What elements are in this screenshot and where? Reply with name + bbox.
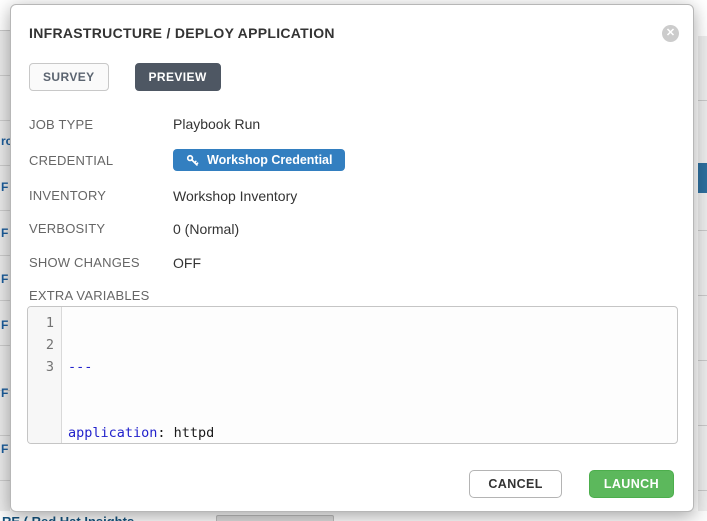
yaml-key: application [68,425,157,441]
field-row-credential: CREDENTIAL Workshop Credential [29,149,678,172]
job-type-value: Playbook Run [173,116,678,132]
inventory-label: INVENTORY [29,188,173,203]
credential-label: CREDENTIAL [29,153,173,168]
line-number: 2 [28,334,54,356]
key-icon [186,154,199,167]
cancel-button[interactable]: CANCEL [469,470,561,498]
backdrop-fragment: F [1,442,8,456]
field-row-job-type: JOB TYPE Playbook Run [29,116,678,132]
extra-variables-label: EXTRA VARIABLES [29,288,693,303]
backdrop-left-strip: rc F F F F F F [0,30,10,521]
launch-button[interactable]: LAUNCH [589,470,674,498]
show-changes-value: OFF [173,255,678,271]
yaml-separator: : [157,425,165,441]
line-number: 3 [28,356,54,378]
modal-footer: CANCEL LAUNCH [11,470,693,498]
backdrop-fragment: rc [1,134,10,148]
backdrop-bottom-text: RE ( Red Hat Insights [2,514,134,521]
close-icon[interactable]: ✕ [662,25,679,42]
backdrop-fragment: F [1,180,8,194]
modal-header: INFRASTRUCTURE / DEPLOY APPLICATION ✕ [11,5,693,41]
backdrop-blue-block [698,163,707,193]
backdrop-fragment: F [1,226,8,240]
job-type-label: JOB TYPE [29,117,173,132]
show-changes-label: SHOW CHANGES [29,255,173,270]
editor-code-area: --- application: httpd [62,307,214,443]
code-line: application: httpd [68,422,214,444]
backdrop-bottom-box [216,515,334,521]
line-number: 1 [28,312,54,334]
extra-variables-editor[interactable]: 1 2 3 --- application: httpd [27,306,678,444]
tab-survey[interactable]: SURVEY [29,63,109,91]
backdrop-bottom-strip: RE ( Red Hat Insights [0,511,707,521]
yaml-doc-start: --- [68,359,92,375]
deploy-application-modal: INFRASTRUCTURE / DEPLOY APPLICATION ✕ SU… [10,4,694,512]
verbosity-value: 0 (Normal) [173,221,678,237]
credential-chip[interactable]: Workshop Credential [173,149,345,171]
editor-gutter: 1 2 3 [28,307,62,443]
backdrop-right-strip [698,36,707,521]
backdrop-fragment: F [1,386,8,400]
field-row-show-changes: SHOW CHANGES OFF [29,255,678,271]
backdrop-fragment: F [1,272,8,286]
tab-preview[interactable]: PREVIEW [135,63,221,91]
backdrop-fragment: F [1,318,8,332]
credential-chip-label: Workshop Credential [207,153,332,167]
yaml-value: httpd [166,425,215,441]
code-line: --- [68,356,214,378]
tab-bar: SURVEY PREVIEW [29,63,693,91]
verbosity-label: VERBOSITY [29,221,173,236]
field-row-inventory: INVENTORY Workshop Inventory [29,188,678,204]
field-row-verbosity: VERBOSITY 0 (Normal) [29,221,678,237]
modal-title: INFRASTRUCTURE / DEPLOY APPLICATION [29,25,653,41]
inventory-value: Workshop Inventory [173,188,678,204]
